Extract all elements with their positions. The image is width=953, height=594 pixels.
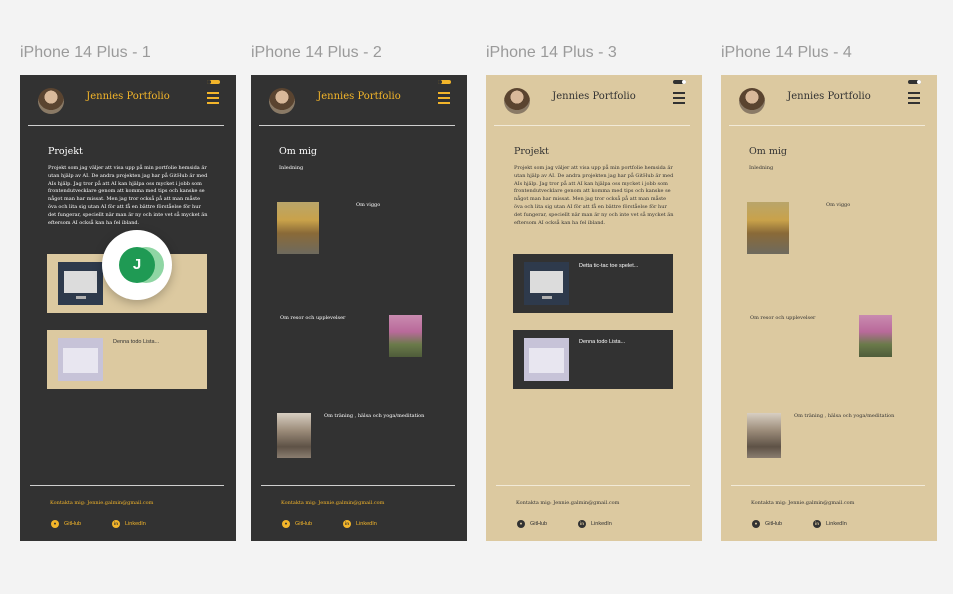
linkedin-icon — [112, 520, 120, 528]
github-label: GitHub — [64, 521, 82, 527]
frame-label-1: iPhone 14 Plus - 1 — [20, 44, 151, 61]
training-photo — [747, 413, 781, 458]
linkedin-label: LinkedIn — [591, 521, 612, 527]
travel-caption: Om resor och upplevelser — [280, 315, 346, 321]
github-link[interactable]: GitHub — [51, 520, 81, 528]
travel-photo — [859, 315, 892, 357]
section-title: Projekt — [514, 146, 549, 157]
linkedin-icon — [578, 520, 586, 528]
theme-toggle[interactable] — [438, 80, 451, 84]
todo-thumbnail — [58, 338, 103, 381]
project-card-text: Denna todo Lista... — [579, 339, 626, 345]
frame-projects-light[interactable]: Jennies Portfolio Projekt Projekt som ja… — [486, 75, 702, 541]
header-divider — [28, 125, 224, 126]
viggo-caption: Om viggo — [356, 202, 381, 208]
theme-toggle[interactable] — [673, 80, 686, 84]
github-icon — [752, 520, 760, 528]
github-icon — [51, 520, 59, 528]
viggo-caption: Om viggo — [826, 202, 851, 208]
menu-icon[interactable] — [438, 91, 450, 104]
menu-icon[interactable] — [908, 91, 920, 104]
site-title[interactable]: Jennies Portfolio — [299, 91, 419, 102]
github-link[interactable]: GitHub — [517, 520, 547, 528]
todo-thumbnail — [524, 338, 569, 381]
linkedin-label: LinkedIn — [125, 521, 146, 527]
contact-text[interactable]: Kontakta mig: Jennie.galmin@gmail.com — [516, 500, 619, 506]
site-title[interactable]: Jennies Portfolio — [769, 91, 889, 102]
projects-text: Projekt som jag väljer att visa upp på m… — [514, 165, 674, 226]
site-title[interactable]: Jennies Portfolio — [534, 91, 654, 102]
section-title: Om mig — [279, 146, 317, 157]
footer-divider — [496, 485, 690, 486]
linkedin-icon — [343, 520, 351, 528]
linkedin-label: LinkedIn — [826, 521, 847, 527]
header-divider — [259, 125, 455, 126]
linkedin-link[interactable]: LinkedIn — [578, 520, 612, 528]
intro-text: Inledning — [279, 165, 304, 171]
tictactoe-thumbnail — [524, 262, 569, 305]
avatar — [504, 88, 530, 114]
linkedin-link[interactable]: LinkedIn — [112, 520, 146, 528]
contact-text[interactable]: Kontakta mig: Jennie.galmin@gmail.com — [751, 500, 854, 506]
training-photo — [277, 413, 311, 458]
training-caption: Om träning , hälsa och yoga/meditation — [324, 413, 425, 419]
frame-about-dark[interactable]: Jennies Portfolio Om mig Inledning Om vi… — [251, 75, 467, 541]
collaborator-cursor-badge: J — [102, 230, 172, 300]
project-card-todo[interactable]: Denna todo Lista... — [47, 330, 207, 389]
avatar — [269, 88, 295, 114]
footer-divider — [261, 485, 455, 486]
linkedin-link[interactable]: LinkedIn — [813, 520, 847, 528]
intro-text: Inledning — [749, 165, 774, 171]
viggo-photo — [277, 202, 319, 254]
footer-divider — [731, 485, 925, 486]
section-title: Om mig — [749, 146, 787, 157]
menu-icon[interactable] — [673, 91, 685, 104]
avatar — [739, 88, 765, 114]
frame-about-light[interactable]: Jennies Portfolio Om mig Inledning Om vi… — [721, 75, 937, 541]
github-label: GitHub — [765, 521, 783, 527]
github-label: GitHub — [295, 521, 313, 527]
frame-label-2: iPhone 14 Plus - 2 — [251, 44, 382, 61]
github-link[interactable]: GitHub — [752, 520, 782, 528]
linkedin-link[interactable]: LinkedIn — [343, 520, 377, 528]
frame-label-3: iPhone 14 Plus - 3 — [486, 44, 617, 61]
tictactoe-thumbnail — [58, 262, 103, 305]
linkedin-icon — [813, 520, 821, 528]
project-card-todo[interactable]: Denna todo Lista... — [513, 330, 673, 389]
github-icon — [282, 520, 290, 528]
projects-text: Projekt som jag väljer att visa upp på m… — [48, 165, 208, 226]
training-caption: Om träning , hälsa och yoga/meditation — [794, 413, 895, 419]
footer-divider — [30, 485, 224, 486]
theme-toggle[interactable] — [908, 80, 921, 84]
github-icon — [517, 520, 525, 528]
section-title: Projekt — [48, 146, 83, 157]
travel-caption: Om resor och upplevelser — [750, 315, 816, 321]
collaborator-avatar: J — [119, 247, 155, 283]
header-divider — [729, 125, 925, 126]
project-card-text: Denna todo Lista... — [113, 339, 160, 345]
avatar — [38, 88, 64, 114]
project-card-tictactoe[interactable]: Detta tic-tac toe spelet... — [513, 254, 673, 313]
viggo-photo — [747, 202, 789, 254]
menu-icon[interactable] — [207, 91, 219, 104]
theme-toggle[interactable] — [207, 80, 220, 84]
frame-label-4: iPhone 14 Plus - 4 — [721, 44, 852, 61]
header-divider — [494, 125, 690, 126]
project-card-text: Detta tic-tac toe spelet... — [579, 263, 639, 269]
github-link[interactable]: GitHub — [282, 520, 312, 528]
site-title[interactable]: Jennies Portfolio — [68, 91, 188, 102]
linkedin-label: LinkedIn — [356, 521, 377, 527]
travel-photo — [389, 315, 422, 357]
contact-text[interactable]: Kontakta mig: Jennie.galmin@gmail.com — [281, 500, 384, 506]
github-label: GitHub — [530, 521, 548, 527]
frame-projects-dark[interactable]: Jennies Portfolio Projekt Projekt som ja… — [20, 75, 236, 541]
contact-text[interactable]: Kontakta mig: Jennie.galmin@gmail.com — [50, 500, 153, 506]
